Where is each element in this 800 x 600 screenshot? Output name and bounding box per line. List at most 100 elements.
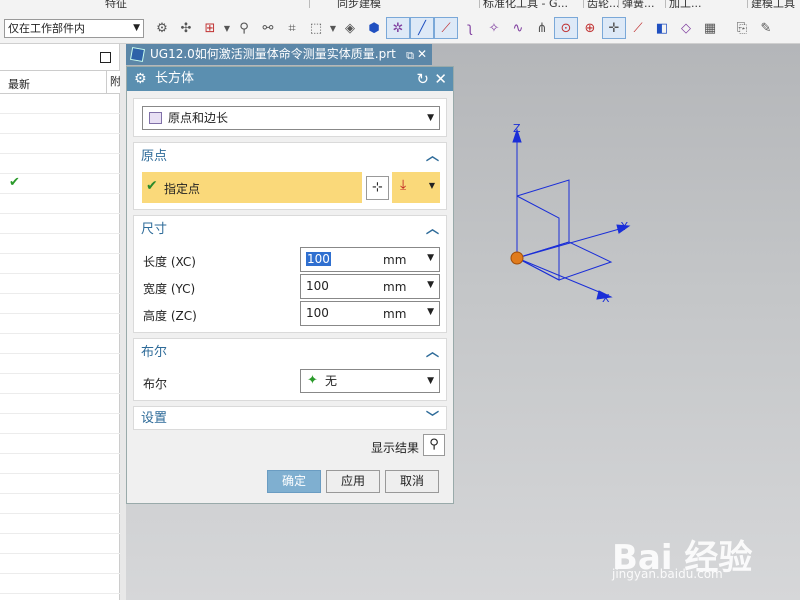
list-item[interactable] [0,514,120,534]
list-item[interactable] [0,534,120,554]
select-face-icon[interactable]: ◈ [338,17,362,39]
snap-bounded-grid-icon[interactable]: ◇ [674,17,698,39]
ribbon-group-feature[interactable]: 特征 [105,0,127,8]
boolean-select[interactable]: ✦ 无 ▼ [300,369,440,393]
height-input[interactable]: 100 mm ▼ [300,301,440,326]
block-type-select[interactable]: 原点和边长 ▼ [142,106,440,130]
ribbon-group-gear[interactable]: 齿轮... [587,0,620,8]
chevron-down-icon[interactable]: ▼ [222,17,232,39]
list-item[interactable] [0,334,120,354]
specify-point-label: 指定点 [164,182,201,196]
snap-endpoint-icon[interactable]: ✲ [386,17,410,39]
snap-settings-icon[interactable]: ⚙ [150,17,174,39]
undock-icon[interactable]: ⧉ [406,45,414,66]
point-constructor-icon[interactable]: ⊞ [198,17,222,39]
ribbon-group-modeling-tools[interactable]: 建模工具 [751,0,795,8]
ribbon-group-sync-modeling[interactable]: 同步建模 [337,0,381,8]
view-screenshot-icon[interactable]: ⎘ [730,17,754,39]
specify-point-row[interactable]: ✔ 指定点 [142,172,362,203]
list-item[interactable]: ✔ [0,174,120,194]
chevron-down-icon: ▼ [427,376,434,386]
snap-point-on-face-icon[interactable]: ◧ [650,17,674,39]
list-item[interactable] [0,214,120,234]
list-item[interactable] [0,574,120,594]
maximize-icon[interactable] [100,52,111,63]
ribbon-group-spring[interactable]: 弹簧... [622,0,655,8]
cancel-button[interactable]: 取消 [385,470,439,493]
snap-spline-icon[interactable]: ∿ [506,17,530,39]
list-item[interactable] [0,314,120,334]
list-item[interactable] [0,234,120,254]
length-input[interactable]: 100 mm ▼ [300,247,440,272]
point-dialog-button[interactable]: ⊹ [366,176,389,200]
list-item[interactable] [0,494,120,514]
reset-icon[interactable]: ↻ [416,67,429,91]
snap-grid-icon[interactable]: ▦ [698,17,722,39]
apply-button[interactable]: 应用 [326,470,380,493]
list-item[interactable] [0,114,120,134]
snap-intersection-icon[interactable]: ⋔ [530,17,554,39]
width-label: 宽度 (YC) [143,282,196,296]
snap-curve-icon[interactable]: ʅ [458,17,482,39]
list-item[interactable] [0,414,120,434]
part-file-tab[interactable]: UG12.0如何激活测量体命令测量实体质量.prt ⧉ ✕ [126,44,432,65]
chevron-down-icon[interactable]: ▼ [427,253,434,263]
gear-icon[interactable]: ⚙ [134,67,147,91]
list-item[interactable] [0,434,120,454]
origin-header[interactable]: 原点 ︿ [134,143,446,171]
select-chain-icon[interactable]: ⚲ [232,17,256,39]
list-item[interactable] [0,354,120,374]
select-body-icon[interactable]: ⬢ [362,17,386,39]
watermark-url: jingyan.baidu.com [612,567,723,581]
list-item[interactable] [0,194,120,214]
settings-section: 设置 ﹀ [133,406,447,430]
chevron-down-icon[interactable]: ▼ [427,307,434,317]
origin-handle[interactable] [510,251,524,265]
list-item[interactable] [0,94,120,114]
select-feature-icon[interactable]: ✣ [174,17,198,39]
list-item[interactable] [0,274,120,294]
column-attached[interactable]: 附 [106,71,121,93]
list-item[interactable] [0,554,120,574]
list-item[interactable] [0,154,120,174]
list-item[interactable] [0,454,120,474]
list-item[interactable] [0,294,120,314]
column-newest[interactable]: 最新 [8,76,30,92]
block-dialog: ⚙ 长方体 ↻ ✕ 原点和边长 ▼ 原点 ︿ ✔ 指定点 ⊹ ⤓ ▼ 尺寸 ︿ [126,66,454,504]
snap-existing-point-icon[interactable]: ✛ [602,17,626,39]
select-connected-icon[interactable]: ⚯ [256,17,280,39]
height-value: 100 [306,306,329,320]
list-item[interactable] [0,474,120,494]
dimensions-header[interactable]: 尺寸 ︿ [134,216,446,244]
show-result-button[interactable]: ⚲ [423,434,445,456]
width-input[interactable]: 100 mm ▼ [300,274,440,299]
section-view-icon[interactable]: ✎ [754,17,778,39]
inferred-point-dropdown[interactable]: ⤓ ▼ [392,172,440,203]
selection-filter-dropdown[interactable]: 仅在工作部件内 ▼ [4,19,144,38]
ribbon-group-standard-tools[interactable]: 标准化工具 - G... [483,0,568,8]
list-item[interactable] [0,394,120,414]
rectangle-select-icon[interactable]: ⬚ [304,17,328,39]
snap-point-on-curve-icon[interactable]: ⟋ [626,17,650,39]
snap-arc-center-icon[interactable]: ⊙ [554,17,578,39]
chevron-down-icon[interactable]: ▼ [427,280,434,290]
close-icon[interactable]: ✕ [417,44,427,65]
snap-line-icon[interactable]: ╱ [410,17,434,39]
selection-toolbar: ⚙ ✣ ⊞ ▼ ⚲ ⚯ ⌗ ⬚ ▼ ◈ ⬢ ✲ ╱ ⟋ ʅ ✧ ∿ ⋔ ⊙ ⊕ … [150,16,778,40]
ok-button[interactable]: 确定 [267,470,321,493]
navigator-column-header: 最新 附 [0,70,121,94]
selection-filter-value: 仅在工作部件内 [8,22,85,35]
chevron-down-icon[interactable]: ▼ [328,17,338,39]
snap-control-point-icon[interactable]: ✧ [482,17,506,39]
dialog-title: 长方体 [155,71,195,86]
list-item[interactable] [0,374,120,394]
list-item[interactable] [0,254,120,274]
settings-header[interactable]: 设置 ﹀ [134,407,446,431]
ribbon-group-machining[interactable]: 加工... [669,0,702,8]
list-item[interactable] [0,134,120,154]
select-region-icon[interactable]: ⌗ [280,17,304,39]
snap-quadrant-icon[interactable]: ⊕ [578,17,602,39]
boolean-header[interactable]: 布尔 ︿ [134,339,446,367]
snap-midpoint-icon[interactable]: ⟋ [434,17,458,39]
close-icon[interactable]: ✕ [434,67,447,91]
